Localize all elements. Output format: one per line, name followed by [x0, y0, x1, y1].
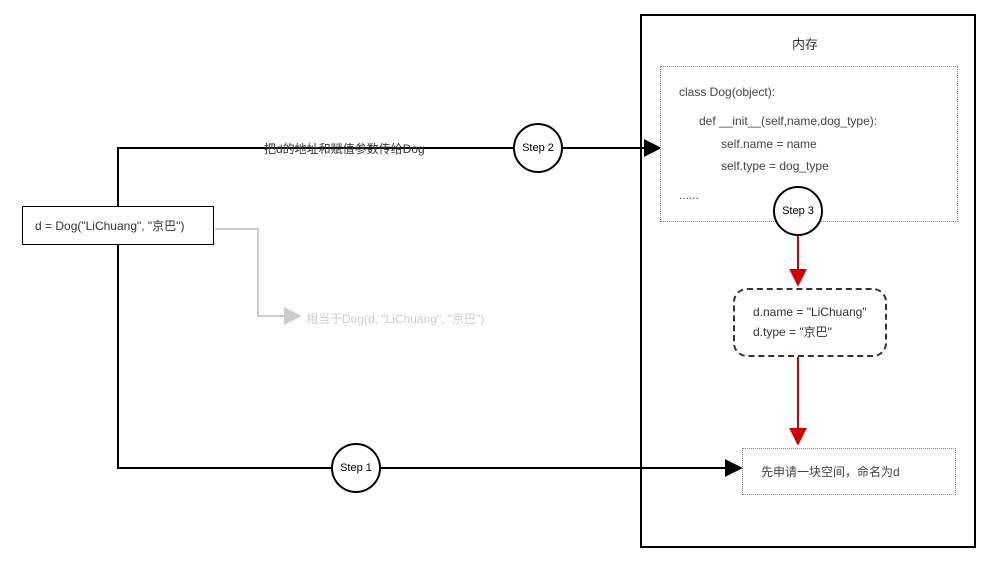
class-code-line-3: self.name = name [679, 133, 939, 156]
step-1-label: Step 1 [340, 462, 372, 474]
alloc-box: 先申请一块空间，命名为d [742, 448, 956, 495]
code-box-d-assignment: d = Dog("LiChuang", "京巴") [22, 206, 214, 245]
step-3-circle: Step 3 [773, 186, 823, 236]
step-3-label: Step 3 [782, 205, 814, 217]
class-code-line-4: self.type = dog_type [679, 155, 939, 178]
alloc-text: 先申请一块空间，命名为d [761, 465, 900, 479]
step-1-circle: Step 1 [331, 443, 381, 493]
diagram-canvas: d = Dog("LiChuang", "京巴") 相当于Dog(d, "LiC… [0, 0, 992, 569]
top-edge-label: 把d的地址和赋值参数传给Dog [264, 140, 425, 157]
code-text: d = Dog("LiChuang", "京巴") [35, 219, 184, 233]
class-code-line-2: def __init__(self,name,dog_type): [679, 110, 939, 133]
memory-title: 内存 [792, 34, 818, 53]
class-code-line-1: class Dog(object): [679, 81, 939, 104]
result-line-2: d.type = "京巴" [753, 322, 867, 342]
equivalence-label: 相当于Dog(d, "LiChuang", "京巴") [306, 310, 484, 327]
result-box: d.name = "LiChuang" d.type = "京巴" [733, 288, 887, 357]
step-2-label: Step 2 [522, 142, 554, 154]
result-line-1: d.name = "LiChuang" [753, 302, 867, 322]
step-2-circle: Step 2 [513, 123, 563, 173]
